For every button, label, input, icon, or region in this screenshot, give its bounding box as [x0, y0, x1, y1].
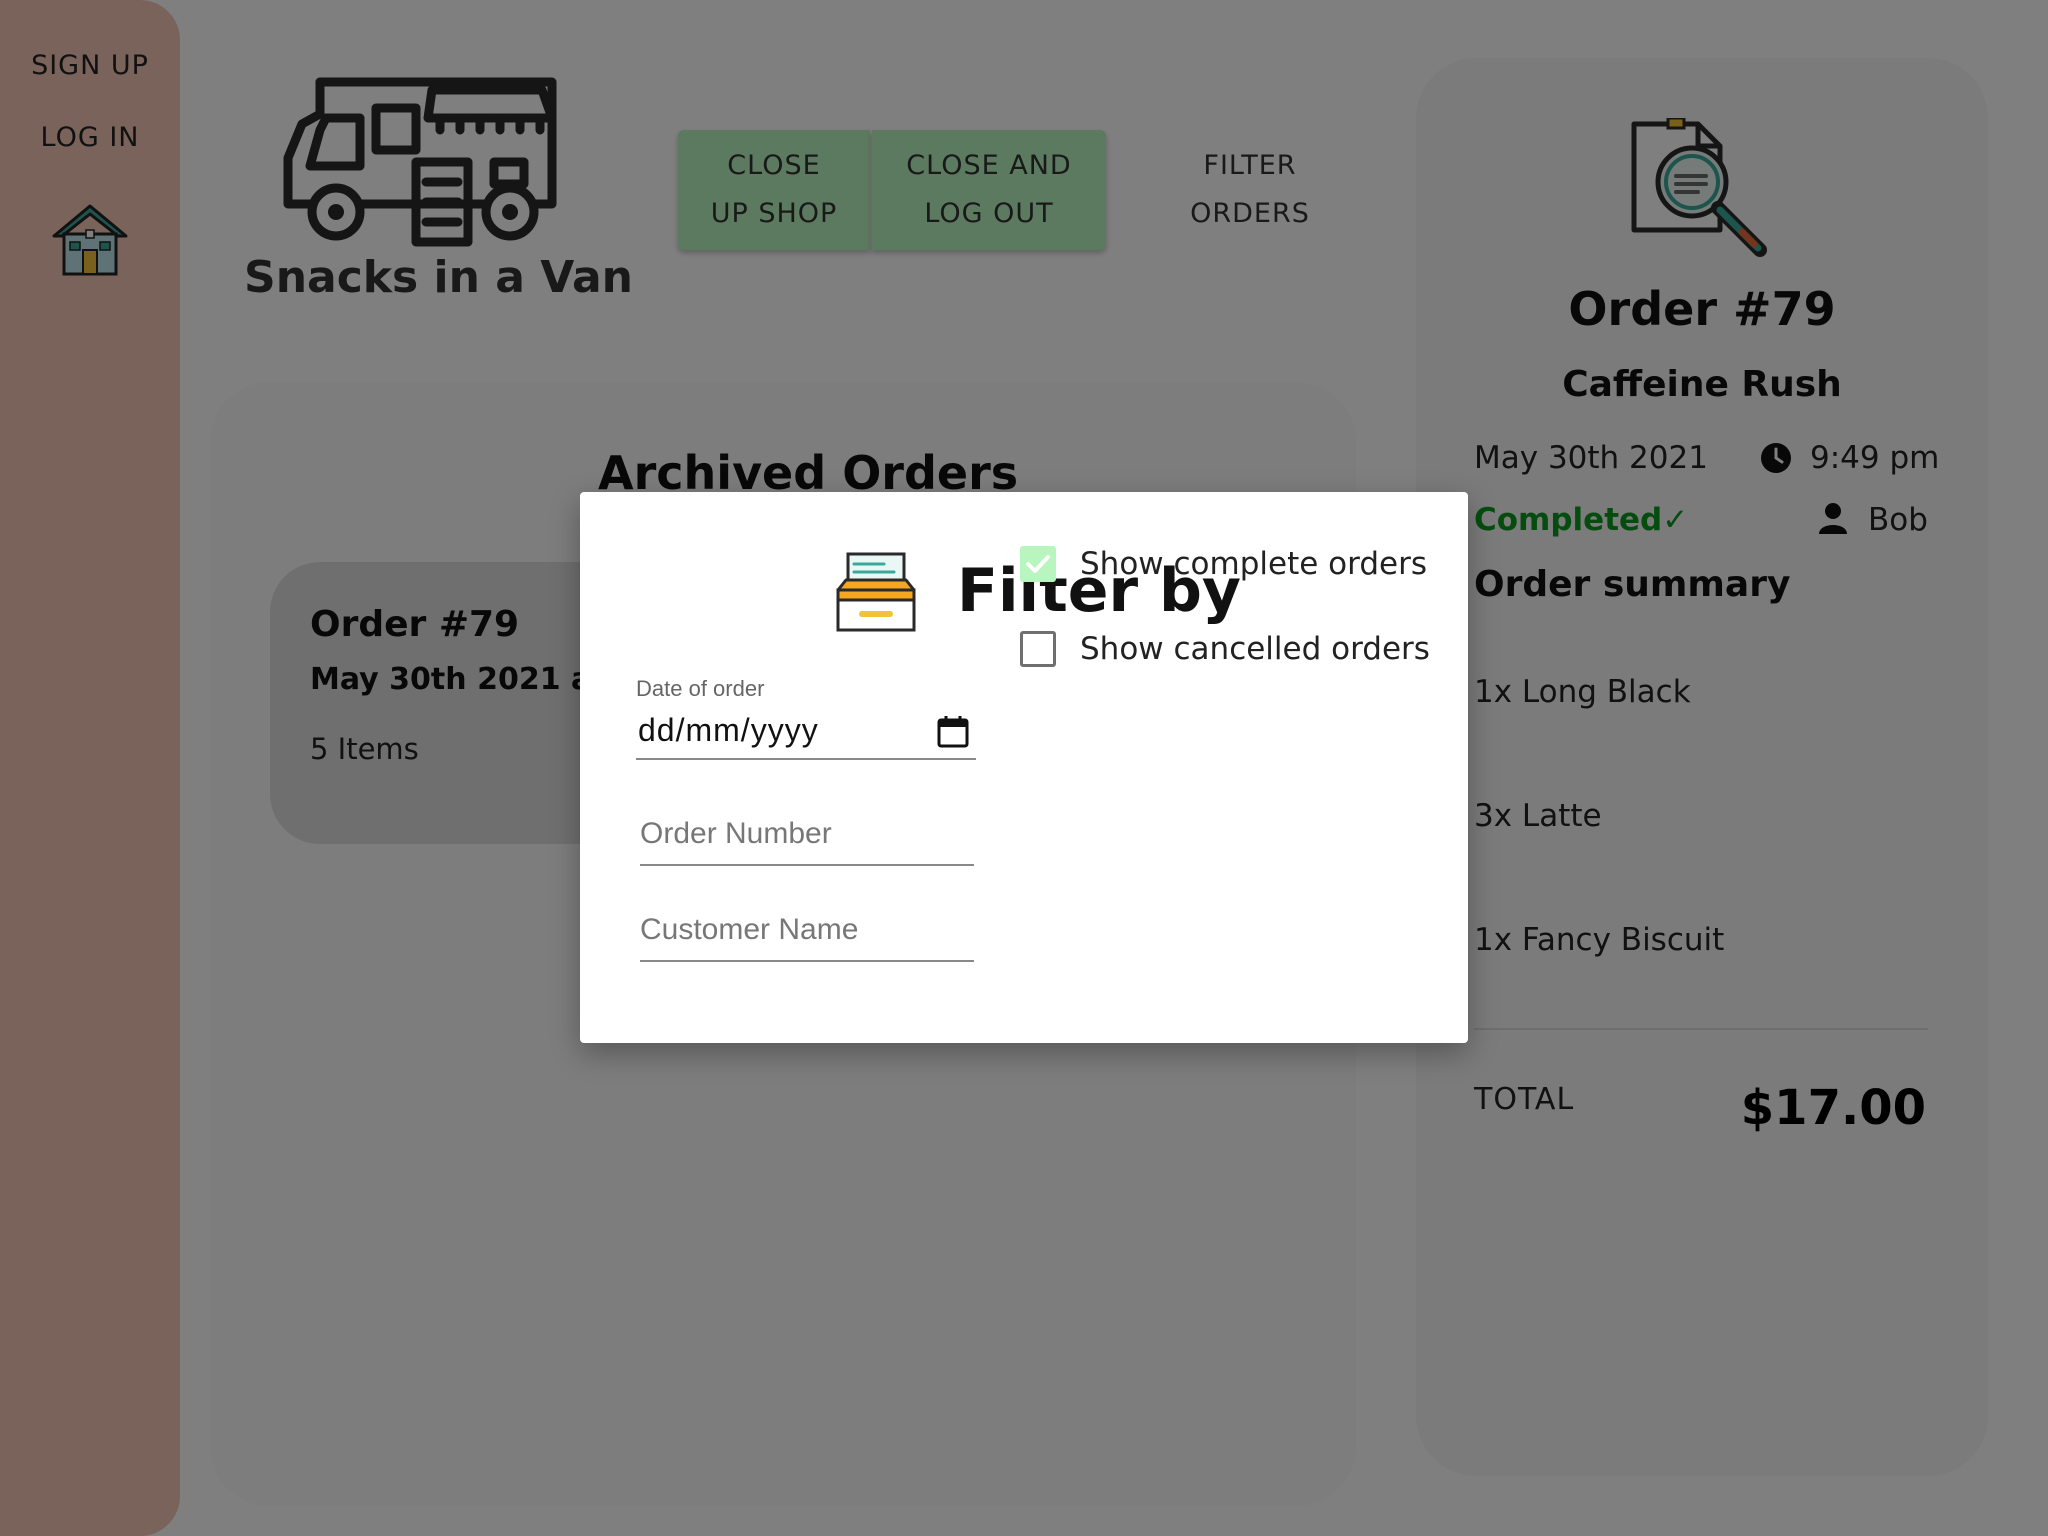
- show-cancelled-orders-checkbox[interactable]: [1020, 631, 1056, 667]
- order-number-input[interactable]: [640, 804, 974, 866]
- file-drawer-icon: [836, 552, 916, 632]
- show-complete-orders-checkbox[interactable]: [1020, 546, 1056, 582]
- customer-name-input[interactable]: [640, 900, 974, 962]
- show-cancelled-orders-option[interactable]: Show cancelled orders: [1020, 627, 1430, 671]
- date-field-value: dd/mm/yyyy: [638, 712, 819, 748]
- checkmark-icon: [1026, 555, 1050, 573]
- show-cancelled-orders-label: Show cancelled orders: [1080, 631, 1430, 667]
- date-of-order-label: Date of order: [636, 676, 765, 701]
- calendar-icon[interactable]: [936, 714, 970, 748]
- date-of-order-field[interactable]: dd/mm/yyyy: [636, 700, 976, 760]
- show-complete-orders-option[interactable]: Show complete orders: [1020, 542, 1427, 586]
- show-complete-orders-label: Show complete orders: [1080, 546, 1427, 582]
